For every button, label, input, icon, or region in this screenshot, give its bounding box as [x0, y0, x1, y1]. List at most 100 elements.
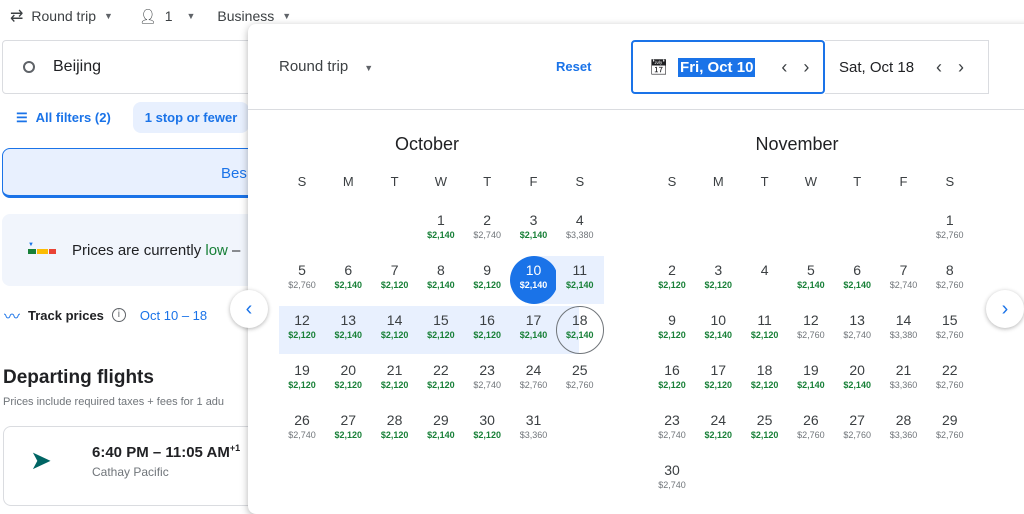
filters-row: ☰ All filters (2) 1 stop or fewer	[16, 102, 250, 133]
calendar-day[interactable]: 20 $2,140	[834, 354, 880, 402]
day-price: $2,740	[843, 330, 871, 340]
calendar-day[interactable]: 22 $2,760	[927, 354, 973, 402]
calendar-day[interactable]: 11 $2,120	[742, 304, 788, 352]
calendar-day[interactable]: 12 $2,120	[279, 304, 325, 352]
calendar-day[interactable]: 30 $2,740	[649, 454, 695, 502]
calendar-day[interactable]: 15 $2,120	[418, 304, 464, 352]
calendar-day[interactable]: 29 $2,760	[927, 404, 973, 452]
return-date-field[interactable]: Sat, Oct 18 ‹ ›	[825, 40, 989, 94]
calendar-day[interactable]: 24 $2,760	[511, 354, 557, 402]
calendar-day[interactable]: 13 $2,740	[834, 304, 880, 352]
calendar-day[interactable]: 9 $2,120	[649, 304, 695, 352]
calendar-day[interactable]: 5 $2,140	[788, 254, 834, 302]
calendar-day[interactable]: 3 $2,140	[511, 204, 557, 252]
calendar-day[interactable]: 5 $2,760	[279, 254, 325, 302]
calendar-day[interactable]: 14 $2,120	[372, 304, 418, 352]
calendar-day[interactable]: 31 $3,360	[511, 404, 557, 452]
calendar-day[interactable]: 10 $2,140	[511, 254, 557, 302]
calendar-day[interactable]: 1 $2,140	[418, 204, 464, 252]
info-icon[interactable]: i	[111, 308, 126, 322]
passengers-select[interactable]: 👤︎ 1 ▼	[139, 8, 196, 25]
day-number: 31	[525, 412, 542, 428]
trip-type-select[interactable]: ⇄ Round trip ▼	[10, 6, 113, 26]
all-filters-button[interactable]: ☰ All filters (2)	[16, 110, 111, 126]
calendar-day[interactable]: 25 $2,120	[742, 404, 788, 452]
calendar-day[interactable]: 26 $2,740	[279, 404, 325, 452]
day-price: $2,140	[427, 280, 455, 290]
prev-date-icon[interactable]: ‹	[936, 57, 942, 78]
departure-date-field[interactable]: 📅︎ Fri, Oct 10 ‹ ›	[631, 40, 825, 94]
cabin-select[interactable]: Business ▼	[217, 8, 291, 24]
prev-month-button[interactable]: ‹	[230, 290, 268, 328]
calendar-day[interactable]: 27 $2,760	[834, 404, 880, 452]
calendar-day[interactable]: 2 $2,740	[464, 204, 510, 252]
calendar-day[interactable]: 18 $2,120	[742, 354, 788, 402]
day-price: $2,740	[658, 480, 686, 490]
calendar-day[interactable]: 28 $3,360	[881, 404, 927, 452]
calendar-day[interactable]: 26 $2,760	[788, 404, 834, 452]
price-gauge-icon: ▼	[28, 242, 56, 254]
day-number: 30	[664, 462, 680, 478]
calendar-day[interactable]: 22 $2,120	[418, 354, 464, 402]
next-date-icon[interactable]: ›	[958, 57, 964, 78]
calendar-day[interactable]: 4	[742, 254, 788, 302]
calendar-day[interactable]: 9 $2,120	[464, 254, 510, 302]
calendar-day[interactable]: 10 $2,140	[695, 304, 741, 352]
track-dates-link[interactable]: Oct 10 – 18	[140, 308, 207, 323]
day-price: $2,760	[936, 330, 964, 340]
calendar-day[interactable]: 23 $2,740	[464, 354, 510, 402]
day-number: 16	[664, 362, 680, 378]
calendar-day[interactable]: 4 $3,380	[557, 204, 603, 252]
day-price: $3,380	[889, 330, 918, 340]
calendar-day[interactable]: 27 $2,120	[325, 404, 371, 452]
calendar-day[interactable]: 24 $2,120	[695, 404, 741, 452]
next-date-icon[interactable]: ›	[803, 57, 809, 78]
stops-filter-chip[interactable]: 1 stop or fewer	[132, 102, 250, 133]
calendar-day[interactable]: 17 $2,140	[511, 304, 557, 352]
day-price: $2,140	[519, 230, 548, 240]
reset-button[interactable]: Reset	[556, 59, 591, 74]
prev-date-icon[interactable]: ‹	[781, 57, 787, 78]
calendar-day[interactable]: 19 $2,140	[788, 354, 834, 402]
day-number: 29	[942, 412, 958, 428]
day-number: 15	[942, 312, 958, 328]
calendar-day[interactable]: 19 $2,120	[279, 354, 325, 402]
calendar-day[interactable]: 14 $3,380	[881, 304, 927, 352]
calendar-day[interactable]: 11 $2,140	[557, 254, 603, 302]
calendar-day[interactable]: 13 $2,140	[325, 304, 371, 352]
day-price: $2,760	[797, 330, 825, 340]
day-price: $2,760	[843, 430, 871, 440]
calendar-day[interactable]: 7 $2,740	[881, 254, 927, 302]
day-price: $2,760	[797, 430, 825, 440]
calendar-day[interactable]: 29 $2,140	[418, 404, 464, 452]
calendar-day[interactable]: 15 $2,760	[927, 304, 973, 352]
day-number: 5	[298, 262, 306, 278]
calendar-day[interactable]: 6 $2,140	[834, 254, 880, 302]
month-title: November	[755, 134, 839, 154]
calendar-day[interactable]: 16 $2,120	[649, 354, 695, 402]
calendar-day[interactable]: 21 $3,360	[881, 354, 927, 402]
next-month-button[interactable]: ›	[986, 290, 1024, 328]
calendar-day[interactable]: 30 $2,120	[464, 404, 510, 452]
day-price: $2,120	[380, 330, 409, 340]
selected-return-circle	[555, 306, 604, 354]
calendar-day[interactable]: 2 $2,120	[649, 254, 695, 302]
calendar-day[interactable]: 20 $2,120	[325, 354, 371, 402]
calendar-day[interactable]: 1 $2,760	[927, 204, 973, 252]
day-price: $2,140	[797, 280, 825, 290]
calendar-day[interactable]: 28 $2,120	[372, 404, 418, 452]
calendar-day[interactable]: 21 $2,120	[372, 354, 418, 402]
calendar-day[interactable]: 6 $2,140	[325, 254, 371, 302]
day-number: 22	[942, 362, 958, 378]
calendar-day[interactable]: 23 $2,740	[649, 404, 695, 452]
calendar-day[interactable]: 8 $2,760	[927, 254, 973, 302]
calendar-day[interactable]: 3 $2,120	[695, 254, 741, 302]
calendar-day[interactable]: 8 $2,140	[418, 254, 464, 302]
calendar-day[interactable]: 7 $2,120	[372, 254, 418, 302]
calendar-day[interactable]: 12 $2,760	[788, 304, 834, 352]
calendar-day[interactable]: 17 $2,120	[695, 354, 741, 402]
picker-trip-type-select[interactable]: Round trip ▼	[279, 58, 373, 75]
calendar-day[interactable]: 25 $2,760	[557, 354, 603, 402]
weekday-label: S	[575, 174, 585, 189]
calendar-day[interactable]: 16 $2,120	[464, 304, 510, 352]
